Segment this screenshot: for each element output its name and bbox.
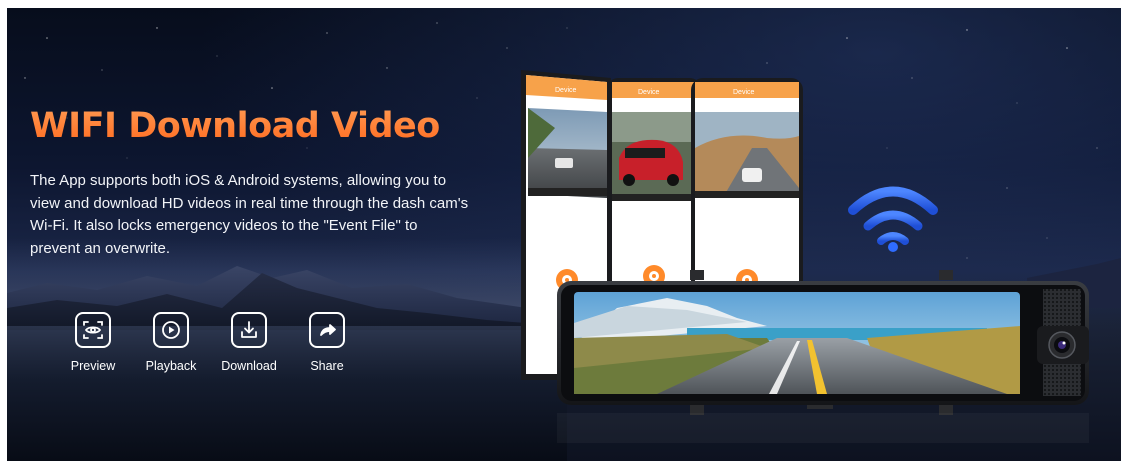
mirror-dashcam bbox=[557, 270, 1089, 443]
phone-header: Device bbox=[555, 87, 577, 94]
phone-header: Device bbox=[733, 89, 755, 96]
banner: WIFI Download Video The App supports bot… bbox=[7, 8, 1121, 461]
product-illustration: Device Device Device bbox=[521, 70, 1089, 443]
phone-3: Device bbox=[691, 78, 803, 294]
phone-header: Device bbox=[638, 89, 660, 96]
phone-2: Device bbox=[608, 78, 700, 292]
wifi-icon bbox=[848, 186, 938, 252]
